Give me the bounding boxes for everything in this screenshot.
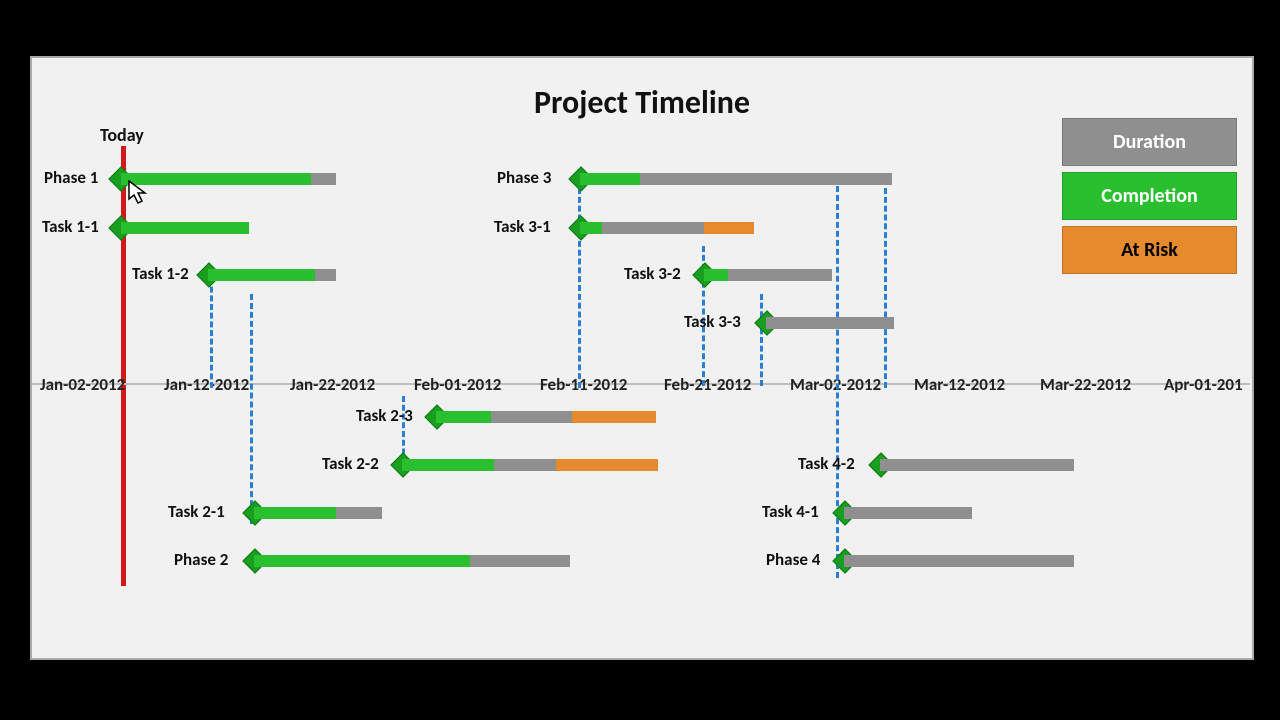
- legend-gr: Duration: [1062, 118, 1237, 166]
- task-label: Phase 4: [766, 549, 820, 570]
- segment-dur: [844, 507, 972, 519]
- gantt-row: Task 4-1: [32, 507, 1252, 519]
- dependency-line: [210, 278, 213, 388]
- task-label: Phase 3: [497, 167, 551, 188]
- task-bar[interactable]: [766, 317, 894, 329]
- x-tick: Mar-22-2012: [1040, 374, 1131, 395]
- segment-dur: [602, 222, 704, 234]
- segment-dur: [491, 411, 572, 423]
- task-bar[interactable]: [436, 411, 656, 423]
- chart-area: Project Timeline Today Jan-02-2012 Jan-12…: [30, 56, 1254, 660]
- segment-rsk: [572, 411, 656, 423]
- gantt-row: Task 2-3: [32, 411, 1252, 423]
- gantt-row: Task 4-2: [32, 459, 1252, 471]
- task-bar[interactable]: [880, 459, 1074, 471]
- task-bar[interactable]: [704, 269, 832, 281]
- legend: Duration Completion At Risk: [1062, 118, 1237, 280]
- segment-dur: [728, 269, 832, 281]
- legend-or: At Risk: [1062, 226, 1237, 274]
- gantt-row: Phase 4: [32, 555, 1252, 567]
- task-label: Task 3-1: [494, 216, 551, 237]
- task-bar[interactable]: [844, 555, 1074, 567]
- task-bar[interactable]: [580, 222, 754, 234]
- task-label: Task 4-2: [798, 453, 855, 474]
- segment-dur: [844, 555, 1074, 567]
- task-bar[interactable]: [844, 507, 972, 519]
- x-tick: Feb-11-2012: [540, 374, 627, 395]
- task-label: Task 3-3: [684, 311, 741, 332]
- segment-dur: [766, 317, 894, 329]
- segment-dur: [880, 459, 1074, 471]
- chart-title: Project Timeline: [32, 83, 1252, 122]
- x-tick: Jan-22-2012: [290, 374, 375, 395]
- dependency-line: [760, 294, 763, 386]
- segment-dur: [640, 173, 892, 185]
- task-bar[interactable]: [580, 173, 892, 185]
- x-tick: Feb-21-2012: [664, 374, 751, 395]
- today-label: Today: [100, 124, 144, 146]
- gantt-row: Task 3-3: [32, 317, 1252, 329]
- dependency-line: [884, 188, 887, 388]
- x-tick: Mar-12-2012: [914, 374, 1005, 395]
- task-label: Task 3-2: [624, 263, 681, 284]
- legend-gn: Completion: [1062, 172, 1237, 220]
- segment-cmp: [436, 411, 491, 423]
- x-tick: Feb-01-2012: [414, 374, 501, 395]
- segment-cmp: [704, 269, 728, 281]
- task-label: Task 4-1: [762, 501, 819, 522]
- segment-rsk: [704, 222, 754, 234]
- segment-cmp: [580, 173, 640, 185]
- segment-cmp: [580, 222, 602, 234]
- x-tick: Jan-02-2012: [40, 374, 125, 395]
- today-line: [121, 146, 126, 586]
- x-tick: Apr-01-201: [1164, 374, 1243, 395]
- x-tick: Jan-12-2012: [164, 374, 249, 395]
- task-label: Task 2-3: [356, 405, 413, 426]
